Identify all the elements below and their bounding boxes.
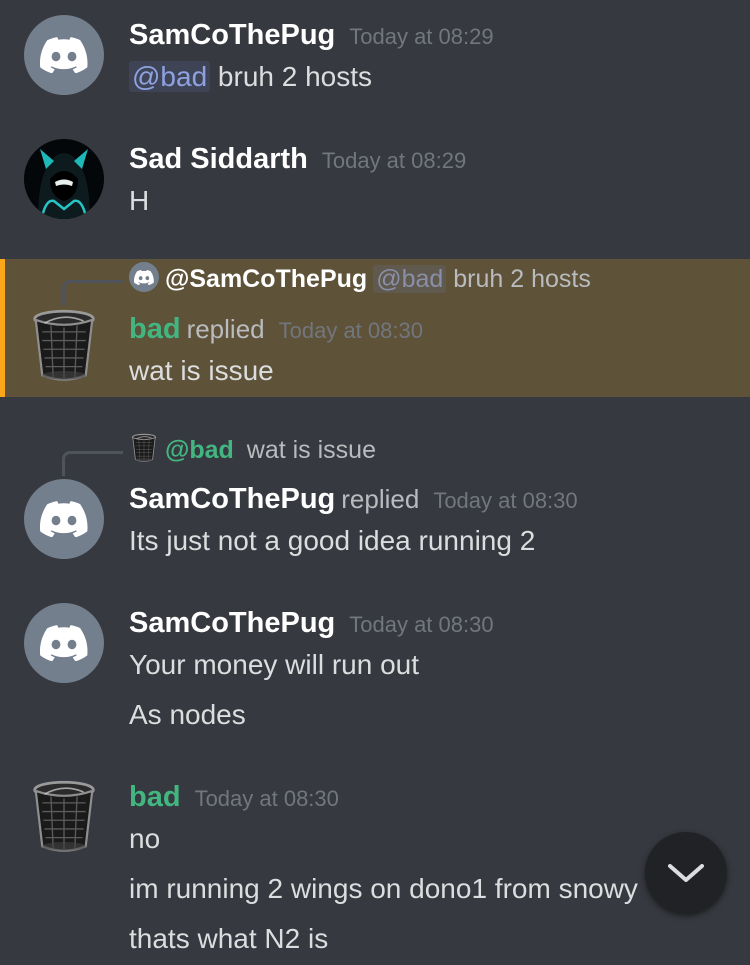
reply-reference[interactable]: @SamCoThePug @bad bruh 2 hosts xyxy=(129,262,591,295)
message-header: SamCoThePug replied Today at 08:30 xyxy=(129,483,578,516)
message-text: As nodes xyxy=(129,699,246,730)
discord-logo-icon xyxy=(134,270,154,285)
reply-text: bruh 2 hosts xyxy=(453,265,591,293)
reply-avatar xyxy=(129,262,159,293)
reply-mention: @bad xyxy=(373,265,447,293)
username[interactable]: SamCoThePug xyxy=(129,483,335,515)
reply-connector xyxy=(62,451,123,476)
message-header: Sad Siddarth Today at 08:29 xyxy=(129,143,466,176)
replied-label: replied xyxy=(341,484,420,514)
message-text: Its just not a good idea running 2 xyxy=(129,525,536,556)
message-header: bad replied Today at 08:30 xyxy=(129,313,423,346)
username[interactable]: Sad Siddarth xyxy=(129,143,308,175)
reply-author[interactable]: @SamCoThePug xyxy=(165,265,367,293)
user-avatar[interactable] xyxy=(24,603,104,683)
message-text: no xyxy=(129,823,161,854)
message-header: bad Today at 08:30 xyxy=(129,781,339,814)
reply-author[interactable]: @bad xyxy=(165,436,234,464)
reply-text: wat is issue xyxy=(246,436,376,464)
user-avatar[interactable] xyxy=(24,777,104,857)
username[interactable]: bad xyxy=(129,313,181,345)
user-mention[interactable]: @bad xyxy=(129,61,211,92)
scroll-to-bottom-button[interactable] xyxy=(645,832,727,914)
username[interactable]: bad xyxy=(129,781,181,813)
message-text: @bad bruh 2 hosts xyxy=(129,61,372,93)
trash-can-icon xyxy=(31,779,97,855)
message-text: thats what N2 is xyxy=(129,923,329,954)
message-text: Your money will run out xyxy=(129,649,420,680)
reply-connector xyxy=(62,280,123,305)
reply-reference[interactable]: @bad wat is issue xyxy=(129,436,376,466)
message-text: H xyxy=(129,185,150,216)
message-text: im running 2 wings on dono1 from snowy xyxy=(129,873,638,904)
user-avatar[interactable] xyxy=(24,306,104,386)
timestamp: Today at 08:30 xyxy=(278,318,423,343)
timestamp: Today at 08:30 xyxy=(194,786,339,811)
username[interactable]: SamCoThePug xyxy=(129,19,335,51)
replied-label: replied xyxy=(186,314,265,344)
message-header: SamCoThePug Today at 08:30 xyxy=(129,607,494,640)
discord-logo-icon xyxy=(40,501,88,537)
discord-logo-icon xyxy=(40,37,88,73)
reply-avatar xyxy=(129,433,159,463)
discord-logo-icon xyxy=(40,625,88,661)
timestamp: Today at 08:30 xyxy=(349,612,494,637)
username[interactable]: SamCoThePug xyxy=(129,607,335,639)
hooded-figure-icon xyxy=(24,139,104,219)
message-header: SamCoThePug Today at 08:29 xyxy=(129,19,494,52)
timestamp: Today at 08:30 xyxy=(433,488,578,513)
user-avatar[interactable] xyxy=(24,15,104,95)
chevron-down-icon xyxy=(668,864,704,882)
user-avatar[interactable] xyxy=(24,139,104,219)
mention-highlight-bar xyxy=(0,259,5,397)
timestamp: Today at 08:29 xyxy=(321,148,467,173)
timestamp: Today at 08:29 xyxy=(349,24,494,49)
trash-can-icon xyxy=(131,433,157,463)
message-text: wat is issue xyxy=(129,355,274,386)
user-avatar[interactable] xyxy=(24,479,104,559)
trash-can-icon xyxy=(31,308,97,384)
